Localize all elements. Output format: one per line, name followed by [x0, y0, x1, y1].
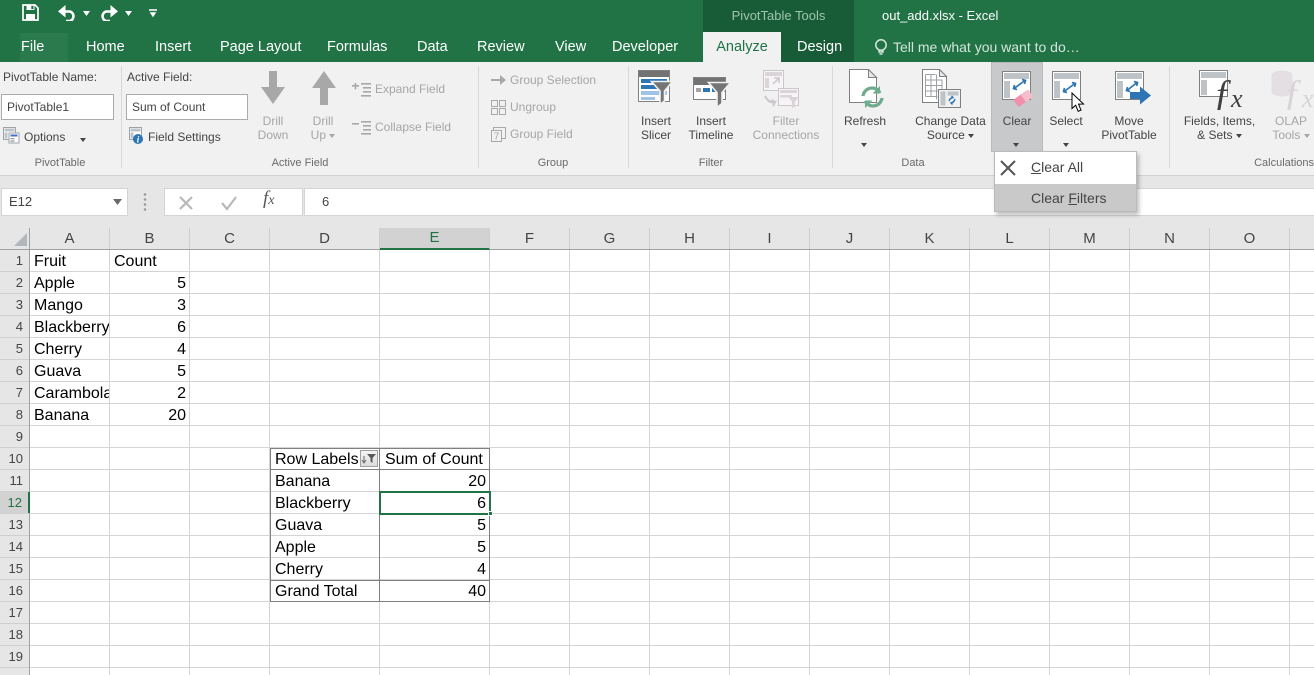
svg-text:7: 7 — [494, 132, 500, 143]
svg-text:x: x — [1301, 84, 1314, 110]
svg-text:f: f — [1216, 74, 1231, 110]
svg-text:f: f — [1286, 74, 1301, 110]
svg-text:x: x — [1230, 84, 1243, 110]
